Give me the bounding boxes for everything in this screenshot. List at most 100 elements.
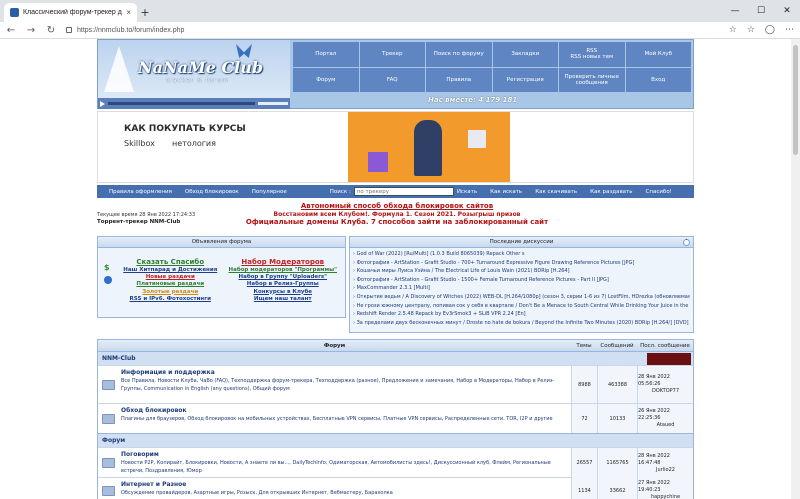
discussion-item[interactable]: Redshift Render 2.5.48 Repack by Ev3rSmo…: [353, 310, 690, 319]
close-tab-icon[interactable]: ×: [126, 8, 131, 17]
discussions-list: God of War (2022) [Ru/Multi] (1.0.3 Buil…: [350, 248, 693, 329]
forum-title[interactable]: Поговорим: [121, 451, 568, 459]
discussion-item[interactable]: God of War (2022) [Ru/Multi] (1.0.3 Buil…: [353, 250, 690, 259]
forum-title[interactable]: Интернет и Разное: [121, 481, 568, 489]
announce-col-left: Сказать Спасибо Наш Хитпарад и Достижени…: [114, 258, 227, 308]
rss-ipv6-link[interactable]: RSS и IPv6. Фотохостинги: [114, 296, 227, 303]
announce-domains-link[interactable]: Официальные домены Клуба. 7 способов зай…: [227, 218, 567, 227]
tracker-name[interactable]: Торрент-трекер NNM-Club: [97, 219, 180, 225]
minimize-icon[interactable]: —: [722, 0, 748, 22]
scrollbar-thumb[interactable]: [793, 45, 798, 155]
nav-popular[interactable]: Популярное: [252, 189, 287, 195]
posts-count: 463388: [597, 366, 637, 403]
topics-count: 1134: [571, 478, 597, 499]
last-post: 28 Янв 2022 05:56:26 DOKTOP77: [637, 366, 693, 403]
discussion-item[interactable]: MaxCommander 2.3.1 [Multi]: [353, 284, 690, 293]
discussion-item[interactable]: За пределами двух бесконечных минут / Dr…: [353, 319, 690, 328]
subforums[interactable]: Новости P2P, Копирайт, Блокировки, Новос…: [121, 459, 568, 475]
category-banner[interactable]: [647, 352, 691, 365]
play-icon[interactable]: [100, 100, 105, 107]
more-menu-icon[interactable]: ⋯: [785, 25, 794, 35]
posts-count: 33662: [597, 478, 637, 499]
subforums[interactable]: Все Правила, Новости Клуба, ЧаВо (FAQ), …: [121, 377, 568, 393]
last-post-user[interactable]: DOKTOP77: [652, 388, 679, 395]
menu-portal[interactable]: Портал: [293, 42, 359, 67]
menu-register[interactable]: Регистрация: [492, 67, 558, 92]
gold-releases-link[interactable]: Золотые раздачи: [114, 289, 227, 296]
panel-title: Объявления форума: [98, 237, 345, 248]
banner-illustration: [348, 112, 510, 182]
forum-info: Интернет и Разное Обсуждение провайдеров…: [118, 478, 571, 499]
announce-col-right: Набор Модераторов Набор модераторов "Про…: [227, 258, 340, 308]
menu-login[interactable]: Вход: [625, 67, 691, 92]
forward-icon[interactable]: →: [26, 25, 36, 36]
moderators-link[interactable]: Набор Модераторов: [227, 258, 340, 267]
discussion-item[interactable]: Не грози южному централу, попивая сок у …: [353, 302, 690, 311]
forum-title[interactable]: Информация и поддержка: [121, 369, 568, 377]
col-topics: Темы: [576, 342, 592, 349]
search-form: Поиск : Искать: [330, 187, 477, 196]
release-groups-link[interactable]: Набор в Релиз-Группы: [227, 281, 340, 288]
nav-how-download[interactable]: Как скачивать: [535, 189, 577, 195]
discussion-item[interactable]: Открытие ведьм / A Discovery of Witches …: [353, 293, 690, 302]
new-tab-button[interactable]: +: [137, 3, 153, 22]
player-volume[interactable]: [258, 102, 288, 105]
forum-title[interactable]: Обход блокировок: [121, 407, 568, 415]
menu-tracker[interactable]: Трекер: [359, 42, 425, 67]
window-close-icon[interactable]: ✕: [774, 0, 800, 22]
announce-bypass-link[interactable]: Автономный способ обхода блокировок сайт…: [227, 202, 567, 211]
menu-my-club[interactable]: Мой Клуб: [625, 42, 691, 67]
nav-design-rules[interactable]: Правила оформления: [109, 189, 172, 195]
search-button[interactable]: Искать: [457, 189, 477, 195]
nav-bypass[interactable]: Обход блокировок: [185, 189, 239, 195]
last-post-user[interactable]: Jurlio22: [656, 467, 675, 474]
maximize-icon[interactable]: ☐: [748, 0, 774, 22]
subforums[interactable]: Обсуждение провайдеров, Азартные игры, Р…: [121, 489, 568, 497]
new-releases-link[interactable]: Новые раздачи: [114, 274, 227, 281]
discussion-item[interactable]: Фотография - ArtStation - Grafit Studio …: [353, 259, 690, 268]
nav-how-search[interactable]: Как искать: [490, 189, 522, 195]
url-field[interactable]: https://nnmclub.to/forum/index.php: [66, 27, 719, 34]
forum-announcements-panel: Объявления форума $ Сказать Спасибо Наш …: [97, 236, 346, 318]
back-icon[interactable]: ←: [6, 25, 16, 36]
category-title: NNM-Club: [102, 355, 136, 362]
logo-area[interactable]: NaNaMe Club tracker & forum: [98, 40, 290, 98]
ad-banner[interactable]: КАК ПОКУПАТЬ КУРСЫ Skillbox нетология: [97, 111, 694, 183]
reload-icon[interactable]: ↻: [46, 25, 56, 36]
announce-restore-link[interactable]: Восстановим всем Клубом!. Формула 1. Сез…: [227, 211, 567, 219]
collapse-icon[interactable]: ˄: [683, 239, 690, 246]
menu-rules[interactable]: Правила: [426, 67, 492, 92]
menu-forum-search[interactable]: Поиск по форуму: [426, 42, 492, 67]
discussion-item[interactable]: Кошачьи миры Луиса Уэйна / The Electrica…: [353, 267, 690, 276]
menu-bookmarks[interactable]: Закладки: [492, 42, 558, 67]
contests-link[interactable]: Конкурсы в Клубе: [227, 289, 340, 296]
browser-tab[interactable]: Классический форум-трекер д ×: [4, 3, 137, 22]
collections-icon[interactable]: ☆: [747, 25, 755, 35]
menu-rss[interactable]: RSS RSS новых тем: [559, 42, 625, 67]
topics-count: 8988: [571, 366, 597, 403]
talent-link[interactable]: Ищем наш талант: [227, 296, 340, 303]
discussion-item[interactable]: Фотография - ArtStation - Grafit Studio …: [353, 276, 690, 285]
table-row: Информация и поддержка Все Правила, Ново…: [98, 365, 693, 403]
nav-how-seed[interactable]: Как раздавать: [590, 189, 632, 195]
subforums[interactable]: Плагины для браузеров, Обход блокировок …: [121, 415, 568, 423]
category-nnm-club[interactable]: NNM-Club: [98, 351, 693, 365]
menu-messages[interactable]: Проверить личные сообщения: [559, 67, 625, 92]
last-post-user[interactable]: happychine: [651, 494, 680, 499]
category-forum[interactable]: Форум: [98, 433, 693, 447]
browser-tabbar: Классический форум-трекер д × + — ☐ ✕: [0, 0, 800, 22]
menu-faq[interactable]: FAQ: [359, 67, 425, 92]
search-input[interactable]: [353, 187, 454, 196]
last-post: 27 Янв 2022 19:40:23 happychine: [637, 478, 693, 499]
page-scrollbar[interactable]: [791, 39, 800, 499]
say-thanks-link[interactable]: Сказать Спасибо: [114, 258, 227, 267]
player-track[interactable]: [108, 102, 255, 105]
platinum-releases-link[interactable]: Платиновые раздачи: [114, 281, 227, 288]
favorites-star-icon[interactable]: ☆: [729, 25, 737, 35]
hitparade-link[interactable]: Наш Хитпарад и Достижения: [114, 267, 227, 274]
last-post-user[interactable]: Ataued: [657, 422, 675, 429]
nav-thanks[interactable]: Спасибо!: [646, 189, 672, 195]
profile-icon[interactable]: ◯: [765, 25, 775, 35]
panel-title: Последние дискуссии ˄: [350, 237, 693, 248]
menu-forum[interactable]: Форум: [293, 67, 359, 92]
